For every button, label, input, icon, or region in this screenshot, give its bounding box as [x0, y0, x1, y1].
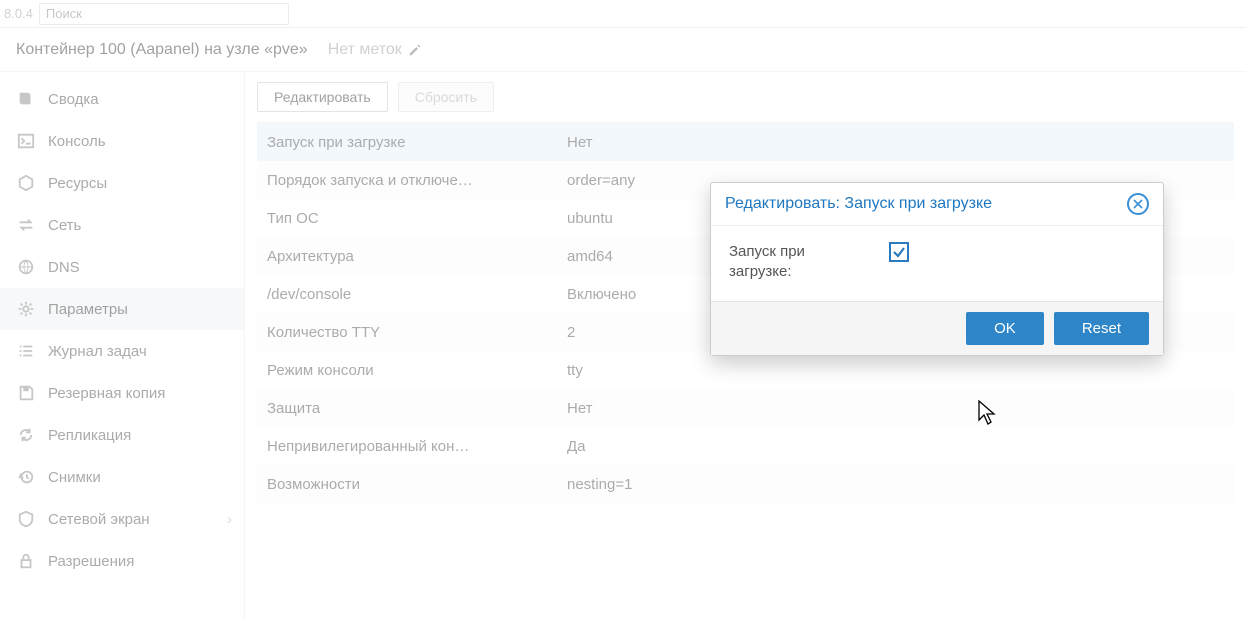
option-key: Количество TTY [257, 324, 557, 341]
sidebar-item-label: Снимки [48, 469, 101, 486]
option-key: /dev/console [257, 286, 557, 303]
onboot-label: Запуск при загрузке: [729, 242, 869, 281]
option-key: Тип ОС [257, 210, 557, 227]
gear-icon [16, 299, 36, 319]
dialog-reset-button[interactable]: Reset [1054, 312, 1149, 345]
option-key: Возможности [257, 476, 557, 493]
option-value: nesting=1 [557, 476, 1234, 493]
sidebar-item-label: Параметры [48, 301, 128, 318]
sidebar-item-label: Ресурсы [48, 175, 107, 192]
ok-button[interactable]: OK [966, 312, 1044, 345]
dialog-footer: OK Reset [711, 301, 1163, 355]
top-bar: 8.0.4 Поиск [0, 0, 1246, 28]
option-key: Непривилегированный кон… [257, 438, 557, 455]
sidebar-item-label: Журнал задач [48, 343, 147, 360]
reset-button[interactable]: Сбросить [398, 82, 494, 112]
toolbar: Редактировать Сбросить [257, 82, 1234, 112]
sidebar-item-label: DNS [48, 259, 80, 276]
option-value: Нет [557, 400, 1234, 417]
sidebar-item-9[interactable]: Снимки [0, 456, 244, 498]
version-label: 8.0.4 [4, 6, 33, 21]
option-key: Порядок запуска и отключе… [257, 172, 557, 189]
close-icon[interactable] [1127, 193, 1149, 215]
sidebar-item-11[interactable]: Разрешения [0, 540, 244, 582]
sidebar-item-0[interactable]: Сводка [0, 78, 244, 120]
sidebar-item-label: Разрешения [48, 553, 134, 570]
app-root: 8.0.4 Поиск Контейнер 100 (Aapanel) на у… [0, 0, 1246, 620]
sidebar-item-1[interactable]: Консоль [0, 120, 244, 162]
pencil-icon [408, 43, 422, 57]
sidebar: Сводка Консоль Ресурсы Сеть DNS Параметры Журн… [0, 72, 245, 620]
edit-dialog: Редактировать: Запуск при загрузке Запус… [710, 182, 1164, 356]
sidebar-item-7[interactable]: Резервная копия [0, 372, 244, 414]
book-icon [16, 89, 36, 109]
option-row[interactable]: ЗащитаНет [257, 389, 1234, 427]
edit-button[interactable]: Редактировать [257, 82, 388, 112]
save-icon [16, 383, 36, 403]
sidebar-item-3[interactable]: Сеть [0, 204, 244, 246]
sidebar-item-label: Репликация [48, 427, 131, 444]
option-key: Режим консоли [257, 362, 557, 379]
page-header: Контейнер 100 (Aapanel) на узле «pve» Не… [0, 28, 1246, 72]
list-icon [16, 341, 36, 361]
option-key: Защита [257, 400, 557, 417]
sidebar-item-8[interactable]: Репликация [0, 414, 244, 456]
exchange-icon [16, 215, 36, 235]
sidebar-item-label: Сводка [48, 91, 99, 108]
cube-icon [16, 173, 36, 193]
sidebar-item-10[interactable]: Сетевой экран › [0, 498, 244, 540]
shield-icon [16, 509, 36, 529]
option-value: tty [557, 362, 1234, 379]
sidebar-item-5[interactable]: Параметры [0, 288, 244, 330]
option-row[interactable]: Непривилегированный кон…Да [257, 427, 1234, 465]
option-value: Нет [557, 134, 1234, 151]
sidebar-item-label: Сеть [48, 217, 81, 234]
sidebar-item-label: Консоль [48, 133, 106, 150]
page-title: Контейнер 100 (Aapanel) на узле «pve» [16, 41, 308, 59]
terminal-icon [16, 131, 36, 151]
history-icon [16, 467, 36, 487]
dialog-title: Редактировать: Запуск при загрузке [725, 195, 1127, 213]
sidebar-item-4[interactable]: DNS [0, 246, 244, 288]
option-row[interactable]: Запуск при загрузкеНет [257, 123, 1234, 161]
dialog-header: Редактировать: Запуск при загрузке [711, 183, 1163, 226]
sidebar-item-label: Сетевой экран [48, 511, 150, 528]
option-key: Архитектура [257, 248, 557, 265]
globe-icon [16, 257, 36, 277]
tags-label[interactable]: Нет меток [328, 41, 422, 59]
sidebar-item-6[interactable]: Журнал задач [0, 330, 244, 372]
chevron-right-icon: › [227, 511, 232, 528]
option-value: Да [557, 438, 1234, 455]
option-key: Запуск при загрузке [257, 134, 557, 151]
onboot-checkbox[interactable] [889, 242, 909, 262]
search-input[interactable]: Поиск [39, 3, 289, 25]
sidebar-item-label: Резервная копия [48, 385, 165, 402]
option-row[interactable]: Режим консолиtty [257, 351, 1234, 389]
option-row[interactable]: Возможностиnesting=1 [257, 465, 1234, 503]
refresh-icon [16, 425, 36, 445]
sidebar-item-2[interactable]: Ресурсы [0, 162, 244, 204]
lock-icon [16, 551, 36, 571]
